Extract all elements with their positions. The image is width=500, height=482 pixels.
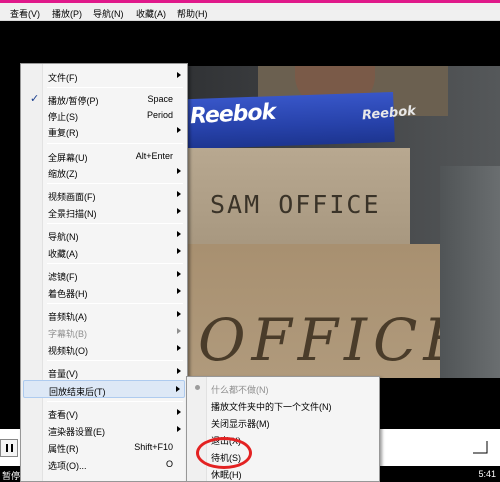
menu-item-label: 选项(O)... xyxy=(48,461,87,471)
menu-item-shaders[interactable]: 着色器(H) xyxy=(23,283,185,301)
menu-item-label: 音量(V) xyxy=(48,369,78,379)
status-text: 暂停 xyxy=(2,471,21,481)
box-bottom-label: OFFICE xyxy=(198,306,472,374)
menu-item-navigate[interactable]: 导航(N) xyxy=(23,226,185,244)
menu-favorites[interactable]: 收藏(A) xyxy=(136,7,166,20)
menu-item-label: 滤镜(F) xyxy=(48,272,78,282)
menu-item-label: 音频轨(A) xyxy=(48,312,87,322)
menu-separator xyxy=(47,143,183,144)
submenu-arrow-icon xyxy=(177,345,181,351)
menu-item-file[interactable]: 文件(F) xyxy=(23,67,185,85)
time-display: 5:41 xyxy=(478,469,496,479)
menu-separator xyxy=(47,87,183,88)
menu-item-filters[interactable]: 滤镜(F) xyxy=(23,266,185,284)
menu-item-label: 收藏(A) xyxy=(48,249,78,259)
menu-separator xyxy=(47,401,183,402)
submenu-arrow-icon xyxy=(177,368,181,374)
shoebox-logo-side: Reebok xyxy=(361,103,417,124)
menu-separator xyxy=(47,303,183,304)
menu-item-repeat[interactable]: 重复(R) xyxy=(23,122,185,140)
submenu-arrow-icon xyxy=(177,328,181,334)
context-menu: 文件(F) ✓ 播放/暂停(P) Space 停止(S) Period 重复(R… xyxy=(20,63,188,482)
background-arm xyxy=(440,166,500,378)
menu-item-label: 视频画面(F) xyxy=(48,192,96,202)
submenu-item-turn-off-monitor[interactable]: 关闭显示器(M) xyxy=(189,413,377,431)
menu-item-renderer-settings[interactable]: 渲染器设置(E) xyxy=(23,421,185,439)
menu-item-video-frame[interactable]: 视频画面(F) xyxy=(23,186,185,204)
submenu-arrow-icon xyxy=(177,409,181,415)
radio-dot-icon xyxy=(195,385,200,390)
submenu-arrow-icon xyxy=(177,288,181,294)
submenu-arrow-icon xyxy=(177,168,181,174)
menu-item-view[interactable]: 查看(V) xyxy=(23,404,185,422)
pause-button[interactable] xyxy=(0,439,18,457)
menu-item-label: 文件(F) xyxy=(48,73,78,83)
menu-item-label: 字幕轨(B) xyxy=(48,329,87,339)
submenu-arrow-icon xyxy=(177,127,181,133)
shoebox-logo: Reebok xyxy=(189,99,276,130)
submenu-item-label: 关闭显示器(M) xyxy=(211,419,270,429)
annotation-circle xyxy=(196,437,252,469)
submenu-item-label: 播放文件夹中的下一个文件(N) xyxy=(211,402,332,412)
submenu-arrow-icon xyxy=(177,311,181,317)
submenu-arrow-icon xyxy=(177,426,181,432)
submenu-item-play-next-file[interactable]: 播放文件夹中的下一个文件(N) xyxy=(189,396,377,414)
menu-navigate[interactable]: 导航(N) xyxy=(93,7,124,20)
menu-item-audio-track[interactable]: 音频轨(A) xyxy=(23,306,185,324)
submenu-item-do-nothing: 什么都不做(N) xyxy=(189,379,377,397)
menu-item-label: 回放结束后(T) xyxy=(49,387,106,397)
menu-item-label: 属性(R) xyxy=(48,444,79,454)
menu-item-after-playback[interactable]: 回放结束后(T) xyxy=(23,380,185,398)
submenu-arrow-icon xyxy=(177,231,181,237)
menu-separator xyxy=(47,183,183,184)
menu-item-label: 着色器(H) xyxy=(48,289,88,299)
checkmark-icon: ✓ xyxy=(30,93,40,105)
submenu-arrow-icon xyxy=(177,72,181,78)
menu-view[interactable]: 查看(V) xyxy=(10,7,40,20)
menu-item-label: 缩放(Z) xyxy=(48,169,78,179)
menu-item-shortcut: Period xyxy=(146,110,173,120)
menu-separator xyxy=(47,223,183,224)
volume-icon[interactable] xyxy=(470,437,492,459)
submenu-arrow-icon xyxy=(176,386,180,392)
menu-item-shortcut: Space xyxy=(147,94,173,104)
menu-play[interactable]: 播放(P) xyxy=(52,7,82,20)
submenu-item-label: 休眠(H) xyxy=(211,470,242,480)
pause-icon xyxy=(6,444,8,452)
menu-item-properties[interactable]: 属性(R) Shift+F10 xyxy=(23,438,185,456)
menu-item-video-track[interactable]: 视频轨(O) xyxy=(23,340,185,358)
menu-separator xyxy=(47,360,183,361)
menu-item-zoom[interactable]: 缩放(Z) xyxy=(23,163,185,181)
menu-item-label: 全景扫描(N) xyxy=(48,209,97,219)
submenu-arrow-icon xyxy=(177,248,181,254)
submenu-arrow-icon xyxy=(177,208,181,214)
menu-bar: 查看(V) 播放(P) 导航(N) 收藏(A) 帮助(H) xyxy=(0,3,500,21)
menu-item-pan-scan[interactable]: 全景扫描(N) xyxy=(23,203,185,221)
submenu-arrow-icon xyxy=(177,271,181,277)
menu-item-label: 重复(R) xyxy=(48,128,79,138)
menu-item-label: 查看(V) xyxy=(48,410,78,420)
submenu-arrow-icon xyxy=(177,191,181,197)
menu-item-subtitle-track: 字幕轨(B) xyxy=(23,323,185,341)
menu-item-label: 导航(N) xyxy=(48,232,79,242)
menu-item-volume[interactable]: 音量(V) xyxy=(23,363,185,381)
menu-item-shortcut: O xyxy=(165,459,173,469)
menu-item-label: 渲染器设置(E) xyxy=(48,427,105,437)
menu-separator xyxy=(47,263,183,264)
menu-item-options[interactable]: 选项(O)... O xyxy=(23,455,185,473)
menu-help[interactable]: 帮助(H) xyxy=(177,7,208,20)
submenu-item-label: 什么都不做(N) xyxy=(211,385,269,395)
menu-item-shortcut: Shift+F10 xyxy=(134,442,173,452)
box-top-label: SAM OFFICE xyxy=(210,190,381,219)
pause-icon-bar xyxy=(11,444,13,452)
menu-item-shortcut: Alt+Enter xyxy=(135,151,173,161)
menu-item-label: 视频轨(O) xyxy=(48,346,88,356)
menu-item-favorites[interactable]: 收藏(A) xyxy=(23,243,185,261)
